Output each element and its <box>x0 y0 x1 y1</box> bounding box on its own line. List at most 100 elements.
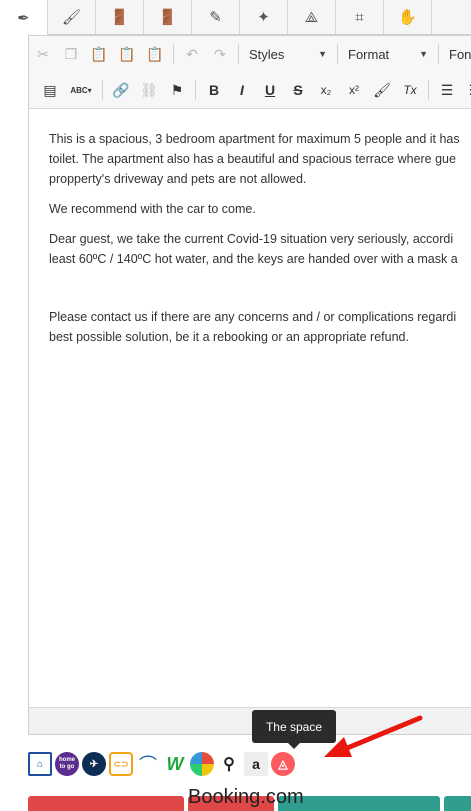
paragraph-4-line-1: Please contact us if there are any conce… <box>49 310 457 324</box>
channel-icons: ⌂ home to go ✈ ⊂⊃ ⌒ W ⚲ a ◬ <box>28 750 298 778</box>
toolbar-separator <box>173 44 174 64</box>
tab-door[interactable]: 🚪 <box>96 0 144 34</box>
magic-wand-icon: ✦ <box>257 9 270 26</box>
tool-tabs: ✒ 🖌 🚪 🚪 ✎ ✦ ⟁ ⌗ ✋ <box>0 0 471 35</box>
strikethrough-button[interactable]: S <box>284 76 312 104</box>
airbnb-icon[interactable]: ◬ <box>271 752 295 776</box>
paragraph-1-line-3: propperty's driveway and pets are not al… <box>49 172 307 186</box>
editor-content[interactable]: This is a spacious, 3 bedroom apartment … <box>29 109 471 709</box>
toolbar-separator <box>337 44 338 64</box>
map-pin-icon[interactable]: ⚲ <box>217 752 241 776</box>
spellcheck-button[interactable]: ABC ▾ <box>64 76 98 104</box>
door-open-icon: 🚪 <box>158 9 177 26</box>
clipboard-word-icon: 📋 <box>146 45 164 62</box>
tab-crop[interactable]: ⌗ <box>336 0 384 34</box>
crop-icon: ⌗ <box>355 8 364 26</box>
vrbo-icon[interactable]: ⌒ <box>136 752 160 776</box>
tab-door-open[interactable]: 🚪 <box>144 0 192 34</box>
superscript-button[interactable]: x² <box>340 76 368 104</box>
undo-icon: ↶ <box>186 45 198 62</box>
paste-word-button[interactable]: 📋 <box>141 40 169 68</box>
spellcheck-icon: ABC <box>70 85 88 95</box>
toolbar-separator <box>438 44 439 64</box>
bold-button[interactable]: B <box>200 76 228 104</box>
flag-icon: ⚑ <box>170 81 184 98</box>
home-to-go-icon[interactable]: home to go <box>55 752 79 776</box>
tab-pen-nib[interactable]: ✒ <box>0 0 48 35</box>
house-channel-icon[interactable]: ⌂ <box>28 752 52 776</box>
chevron-down-icon: ▼ <box>419 49 428 59</box>
tab-pencil[interactable]: ✎ <box>192 0 240 34</box>
toolbar-separator <box>102 80 103 100</box>
font-label: Font <box>449 46 471 62</box>
numbered-list-icon: ☰ <box>440 81 454 98</box>
unlink-button[interactable]: ⛓ <box>135 76 163 104</box>
paragraph-3-line-2: least 60ºC / 140ºC hot water, and the ke… <box>49 252 458 266</box>
brush-icon: 🖌 <box>61 9 82 26</box>
toolbar-separator <box>428 80 429 100</box>
holidu-icon[interactable]: ⊂⊃ <box>109 752 133 776</box>
editor-toolbar-row-1: ✂ ❐ 📋 📋 📋 ↶ ↷ Styles ▼ Format ▼ Font <box>29 36 471 72</box>
paragraph-1: This is a spacious, 3 bedroom apartment … <box>49 129 471 189</box>
redo-button[interactable]: ↷ <box>206 40 234 68</box>
redo-icon: ↷ <box>214 45 226 62</box>
font-dropdown[interactable]: Font <box>443 42 471 66</box>
pen-nib-icon: ✒ <box>17 9 30 27</box>
drafting-compass-icon: ⟁ <box>304 8 319 26</box>
format-dropdown[interactable]: Format ▼ <box>342 42 434 66</box>
cut-button[interactable]: ✂ <box>29 40 57 68</box>
italic-button[interactable]: I <box>228 76 256 104</box>
remove-format-button[interactable]: Tx <box>396 76 424 104</box>
pencil-icon: ✎ <box>209 9 222 26</box>
styles-dropdown[interactable]: Styles ▼ <box>243 42 333 66</box>
undo-button[interactable]: ↶ <box>178 40 206 68</box>
red-button-1[interactable] <box>28 796 184 811</box>
tab-drafting-compass[interactable]: ⟁ <box>288 0 336 34</box>
link-icon: 🔗 <box>112 81 130 98</box>
paragraph-2: We recommend with the car to come. <box>49 202 256 216</box>
red-arrow-annotation <box>324 715 423 757</box>
paragraph-3: Dear guest, we take the current Covid-19… <box>49 229 471 269</box>
copy-button[interactable]: ❐ <box>57 40 85 68</box>
subscript-button[interactable]: x₂ <box>312 76 340 104</box>
paste-button[interactable]: 📋 <box>85 40 113 68</box>
paintbrush-icon: 🖌 <box>373 81 391 98</box>
copy-format-button[interactable]: 🖌 <box>368 76 396 104</box>
anchor-button[interactable]: ⚑ <box>163 76 191 104</box>
agoda-icon[interactable]: a <box>244 752 268 776</box>
format-label: Format <box>348 46 390 62</box>
numbered-list-button[interactable]: ☰ <box>433 76 461 104</box>
paragraph-1-line-1: This is a spacious, 3 bedroom apartment … <box>49 132 460 146</box>
teal-button-2[interactable] <box>444 796 471 811</box>
hand-icon: ✋ <box>398 9 417 26</box>
empty-paragraph <box>49 279 471 297</box>
toolbar-separator <box>238 44 239 64</box>
tab-magic-wand[interactable]: ✦ <box>240 0 288 34</box>
unlink-icon: ⛓ <box>140 81 158 98</box>
source-button[interactable]: ▤ <box>36 76 64 104</box>
tab-hand[interactable]: ✋ <box>384 0 432 34</box>
paragraph-1-line-2: toilet. The apartment also has a beautif… <box>49 152 456 166</box>
copy-icon: ❐ <box>64 45 78 62</box>
clipboard-text-icon: 📋 <box>118 45 136 62</box>
source-icon: ▤ <box>43 81 57 98</box>
editor-toolbar-row-2: ▤ ABC▾ 🔗 ⛓ ⚑ B I U S x₂ x² 🖌 Tx ☰ ☰ <box>29 72 471 109</box>
booking-logo-text: Booking.com <box>188 786 304 808</box>
underline-button[interactable]: U <box>256 76 284 104</box>
clipboard-icon: 📋 <box>90 45 108 62</box>
link-button[interactable]: 🔗 <box>107 76 135 104</box>
colorful-channel-icon[interactable] <box>190 752 214 776</box>
paragraph-4-line-2: best possible solution, be it a rebookin… <box>49 330 409 344</box>
expedia-icon[interactable]: ✈ <box>82 752 106 776</box>
bulleted-list-button[interactable]: ☰ <box>461 76 471 104</box>
paste-text-button[interactable]: 📋 <box>113 40 141 68</box>
toolbar-separator <box>195 80 196 100</box>
door-icon: 🚪 <box>110 9 129 26</box>
styles-label: Styles <box>249 46 285 62</box>
wimdu-icon[interactable]: W <box>163 752 187 776</box>
rich-text-editor: ✂ ❐ 📋 📋 📋 ↶ ↷ Styles ▼ Format ▼ Font ▤ A… <box>28 35 471 735</box>
chevron-down-icon: ▼ <box>318 49 327 59</box>
scissors-icon: ✂ <box>37 45 49 62</box>
chevron-down-icon: ▾ <box>87 85 92 95</box>
tab-brush[interactable]: 🖌 <box>48 0 96 34</box>
